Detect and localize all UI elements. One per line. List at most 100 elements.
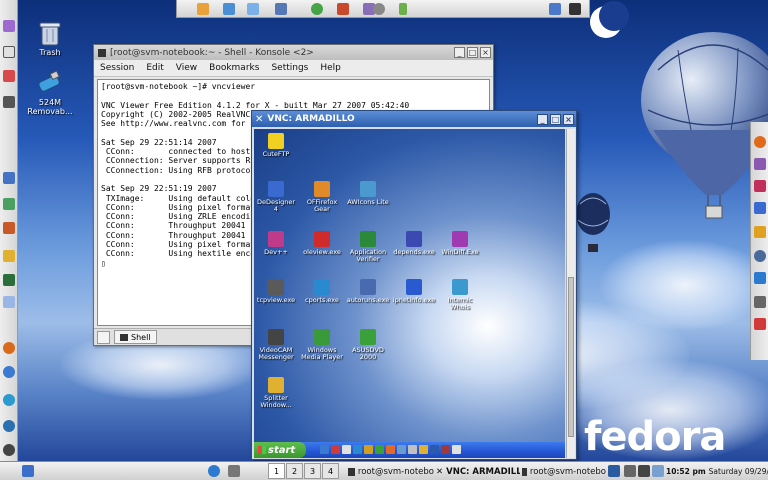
clock[interactable]: 10:52 pm Saturday 09/29/07 [666,464,768,479]
quick-launch-icon[interactable] [353,445,362,454]
minimize-button[interactable]: _ [454,47,465,58]
remote-desktop-icon[interactable]: DeDesigner 4 [254,181,298,213]
vnc-window[interactable]: ✕ VNC: ARMADILLO _ □ × CuteFTP DeDesigner… [251,110,577,460]
launcher-icon[interactable] [3,20,15,32]
launcher-icon[interactable] [337,3,349,15]
vnc-titlebar[interactable]: ✕ VNC: ARMADILLO _ □ × [252,111,576,127]
quick-launch-icon[interactable] [397,445,406,454]
launcher-icon[interactable] [549,3,561,15]
launcher-icon[interactable] [3,70,15,82]
launcher-icon[interactable] [3,394,15,406]
remote-desktop-icon[interactable]: Internic Whois [438,279,482,311]
remote-desktop-icon[interactable]: AWIcons Lite [346,181,390,206]
menu-settings[interactable]: Settings [265,63,314,73]
launcher-icon[interactable] [3,296,15,308]
quick-launch-icon[interactable] [386,445,395,454]
minimize-button[interactable]: _ [537,113,548,125]
battery-icon[interactable] [399,3,407,15]
vnc-vertical-scrollbar[interactable] [566,129,575,458]
launcher-icon[interactable] [197,3,209,15]
quick-launch-icon[interactable] [375,445,384,454]
menu-edit[interactable]: Edit [140,63,169,73]
launcher-icon[interactable] [311,3,323,15]
launcher-icon[interactable] [275,3,287,15]
launcher-icon[interactable] [754,202,766,214]
quick-launch-icon[interactable] [342,445,351,454]
task-konsole-2[interactable]: root@svm-notebo [522,464,606,479]
launcher-icon[interactable] [754,318,766,330]
remote-desktop-icon[interactable]: OFFirefox Gear [300,181,344,213]
launcher-icon[interactable] [3,96,15,108]
quick-launch-icon[interactable] [430,445,439,454]
menu-bookmarks[interactable]: Bookmarks [203,63,265,73]
menu-help[interactable]: Help [314,63,347,73]
gear-icon[interactable] [373,3,385,15]
remote-desktop-icon[interactable]: Dev++ [254,231,298,256]
remote-desktop-icon[interactable]: cports.exe [300,279,344,304]
launcher-icon[interactable] [3,274,15,286]
remote-desktop-icon[interactable]: autoruns.exe [346,279,390,304]
remote-desktop-icon[interactable]: oleview.exe [300,231,344,256]
launcher-icon[interactable] [3,46,15,58]
remote-desktop-icon[interactable]: depends.exe [392,231,436,256]
remote-desktop-icon[interactable]: VideoCAM Messenger [254,329,298,361]
speaker-icon[interactable] [638,465,650,477]
launcher-icon[interactable] [754,250,766,262]
launcher-icon[interactable] [223,3,235,15]
remote-desktop-icon[interactable]: CuteFTP [254,133,298,158]
remote-desktop-icon[interactable]: ipnetinfo.exe [392,279,436,304]
launcher-icon[interactable] [754,180,766,192]
menu-session[interactable]: Session [94,63,140,73]
pager-desktop-2[interactable]: 2 [286,463,303,479]
launcher-icon[interactable] [754,136,766,148]
quick-launch-icon[interactable] [364,445,373,454]
terminal-icon[interactable] [569,3,581,15]
new-session-icon[interactable] [97,331,110,344]
quick-launch-icon[interactable] [331,445,340,454]
konsole-titlebar[interactable]: [root@svm-notebook:~ - Shell - Konsole <… [94,45,493,60]
maximize-button[interactable]: □ [550,113,561,125]
pager-desktop-3[interactable]: 3 [304,463,321,479]
globe-icon[interactable] [208,465,220,477]
launcher-icon[interactable] [754,296,766,308]
tray-icon[interactable] [624,465,636,477]
kde-menu-icon[interactable] [22,465,34,477]
task-konsole-1[interactable]: root@svm-notebo [348,464,434,479]
launcher-icon[interactable] [3,342,15,354]
tab-shell[interactable]: Shell [114,330,157,344]
remote-desktop-icon[interactable]: Splitter Window... [254,377,298,409]
trash-desktop-icon[interactable]: Trash [20,20,80,57]
quick-launch-icon[interactable] [320,445,329,454]
quick-launch-icon[interactable] [408,445,417,454]
pager-desktop-4[interactable]: 4 [322,463,339,479]
close-button[interactable]: × [563,113,574,125]
remote-desktop-screen[interactable]: CuteFTP DeDesigner 4 OFFirefox Gear AWIcons… [254,129,565,458]
launcher-icon[interactable] [3,172,15,184]
launcher-icon[interactable] [3,250,15,262]
launcher-icon[interactable] [754,158,766,170]
launcher-icon[interactable] [3,222,15,234]
launcher-icon[interactable] [3,198,15,210]
network-icon[interactable] [652,465,664,477]
launcher-icon[interactable] [754,226,766,238]
removable-drive-desktop-icon[interactable]: 524M Removab... [20,70,80,116]
remote-desktop-icon[interactable]: Windows Media Player [300,329,344,361]
tray-icon[interactable] [608,465,620,477]
start-button[interactable]: start [254,442,306,458]
launcher-icon[interactable] [3,366,15,378]
remote-desktop-icon[interactable]: tcpview.exe [254,279,298,304]
remote-desktop-icon[interactable]: Application Verifier [346,231,390,263]
launcher-icon[interactable] [3,444,15,456]
maximize-button[interactable]: □ [467,47,478,58]
pager-desktop-1[interactable]: 1 [268,463,285,479]
quick-launch-icon[interactable] [419,445,428,454]
quick-launch-icon[interactable] [441,445,450,454]
task-vnc[interactable]: ✕ VNC: ARMADILLO [436,464,520,479]
menu-view[interactable]: View [170,63,203,73]
launcher-icon[interactable] [228,465,240,477]
quick-launch-icon[interactable] [452,445,461,454]
remote-desktop-icon[interactable]: WinDiff.Exe [438,231,482,256]
remote-desktop-icon[interactable]: ASUSDVD 2000 [346,329,390,361]
scrollbar-thumb[interactable] [568,277,574,437]
launcher-icon[interactable] [754,272,766,284]
